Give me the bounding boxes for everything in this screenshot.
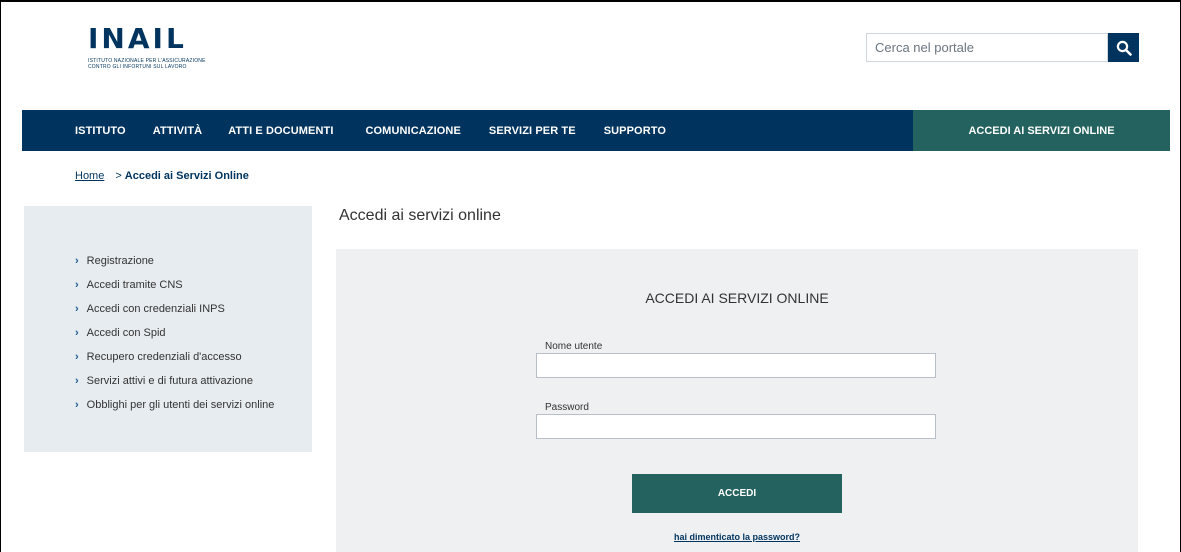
search-button[interactable] (1108, 33, 1139, 62)
search-input[interactable] (866, 33, 1108, 62)
nav-item-comunicazione[interactable]: COMUNICAZIONE (365, 125, 460, 137)
inail-logo[interactable]: INAIL ISTITUTO NAZIONALE PER L'ASSICURAZ… (88, 24, 248, 76)
nav-items: ISTITUTO ATTIVITÀ ATTI E DOCUMENTI COMUN… (22, 110, 913, 151)
chevron-right-icon: › (75, 399, 79, 411)
sidebar-item-obblighi[interactable]: › Obblighi per gli utenti dei servizi on… (75, 393, 274, 417)
chevron-right-icon: › (75, 279, 79, 291)
sidebar-item-cns[interactable]: › Accedi tramite CNS (75, 273, 274, 297)
login-submit-button[interactable]: ACCEDI (632, 474, 842, 513)
sidebar-item-label: Servizi attivi e di futura attivazione (86, 375, 253, 387)
sidebar-item-inps[interactable]: › Accedi con credenziali INPS (75, 297, 274, 321)
search-icon (1116, 40, 1132, 56)
nav-item-supporto[interactable]: SUPPORTO (604, 125, 666, 137)
logo-wordmark: INAIL (88, 22, 187, 55)
sidebar-item-recupero-credenziali[interactable]: › Recupero credenziali d'accesso (75, 345, 274, 369)
sidebar-item-spid[interactable]: › Accedi con Spid (75, 321, 274, 345)
sidebar-item-label: Obblighi per gli utenti dei servizi onli… (86, 399, 275, 411)
login-panel-title: ACCEDI AI SERVIZI ONLINE (645, 290, 829, 306)
sidebar-item-label: Registrazione (86, 255, 154, 267)
login-panel: ACCEDI AI SERVIZI ONLINE Nome utente Pas… (336, 249, 1138, 552)
breadcrumb: Home > Accedi ai Servizi Online (75, 170, 249, 182)
chevron-right-icon: › (75, 327, 79, 339)
nav-item-servizi-per-te[interactable]: SERVIZI PER TE (489, 125, 576, 137)
nav-item-atti-e-documenti[interactable]: ATTI E DOCUMENTI (228, 125, 333, 137)
password-label: Password (545, 402, 589, 413)
sidebar-item-label: Accedi tramite CNS (86, 279, 183, 291)
sidebar-item-registrazione[interactable]: › Registrazione (75, 249, 274, 273)
sidebar-item-servizi-attivi[interactable]: › Servizi attivi e di futura attivazione (75, 369, 274, 393)
nav-item-attivita[interactable]: ATTIVITÀ (153, 125, 202, 137)
chevron-right-icon: › (75, 375, 79, 387)
sidebar-item-label: Accedi con Spid (86, 327, 166, 339)
chevron-right-icon: › (75, 255, 79, 267)
breadcrumb-current: Accedi ai Servizi Online (124, 170, 249, 182)
username-input[interactable] (536, 353, 936, 378)
username-label: Nome utente (545, 341, 603, 352)
nav-accedi-servizi-online[interactable]: ACCEDI AI SERVIZI ONLINE (913, 110, 1170, 151)
forgot-password-link[interactable]: hai dimenticato la password? (336, 532, 1138, 542)
nav-item-istituto[interactable]: ISTITUTO (75, 125, 126, 137)
breadcrumb-separator: > (115, 170, 122, 182)
logo-subtitle: ISTITUTO NAZIONALE PER L'ASSICURAZIONE C… (88, 58, 206, 70)
sidebar-item-label: Recupero credenziali d'accesso (86, 351, 242, 363)
sidebar-menu: › Registrazione › Accedi tramite CNS › A… (75, 249, 274, 417)
chevron-right-icon: › (75, 303, 79, 315)
search-bar (866, 33, 1140, 62)
chevron-right-icon: › (75, 351, 79, 363)
sidebar-item-label: Accedi con credenziali INPS (86, 303, 225, 315)
password-input[interactable] (536, 414, 936, 439)
breadcrumb-home-link[interactable]: Home (75, 170, 104, 182)
page-title: Accedi ai servizi online (339, 207, 501, 224)
sidebar: › Registrazione › Accedi tramite CNS › A… (24, 206, 312, 452)
main-nav: ISTITUTO ATTIVITÀ ATTI E DOCUMENTI COMUN… (22, 110, 1170, 151)
